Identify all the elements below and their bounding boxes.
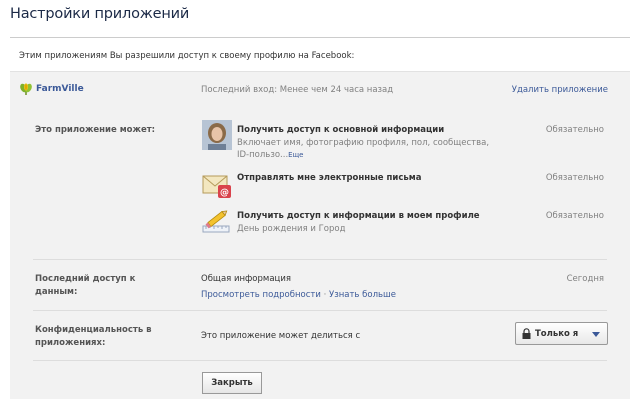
title-divider: [10, 37, 630, 38]
intro-text: Этим приложениям Вы разрешили доступ к с…: [19, 51, 355, 61]
svg-text:@: @: [220, 188, 229, 198]
last-login-text: Последний вход: Менее чем 24 часа назад: [201, 85, 394, 95]
farmville-icon[interactable]: [19, 82, 33, 96]
permission-basic-info-title: Получить доступ к основной информации: [237, 125, 445, 135]
profile-photo: [202, 120, 232, 150]
last-access-links: Просмотреть подробности · Узнать больше: [201, 290, 396, 300]
privacy-label-line: приложениях:: [35, 338, 106, 348]
privacy-text: Это приложение может делиться с: [201, 331, 361, 341]
permissions-label: Это приложение может:: [35, 125, 156, 135]
learn-more-link[interactable]: Узнать больше: [329, 290, 396, 300]
last-access-time: Сегодня: [566, 274, 604, 284]
lock-icon: [522, 328, 531, 342]
profile-photo-icon: [202, 120, 232, 150]
link-separator: ·: [323, 290, 327, 300]
permission-basic-info-desc: Включает имя, фотографию профиля, пол, с…: [237, 137, 507, 161]
more-link[interactable]: Еще: [288, 151, 303, 159]
permission-required-badge: Обязательно: [545, 173, 604, 183]
last-access-label-line: Последний доступ к: [35, 274, 136, 284]
section-divider: [33, 360, 607, 361]
last-access-label: Последний доступ к данным:: [35, 273, 135, 299]
section-divider: [33, 259, 607, 260]
privacy-dropdown[interactable]: Только я: [515, 322, 608, 345]
permission-desc-truncated: ID-пользо...: [237, 150, 289, 160]
permission-desc-line: ID-пользо...Еще: [237, 149, 507, 161]
email-icon: @: [202, 173, 232, 203]
permission-required-badge: Обязательно: [545, 211, 604, 221]
email-envelope-icon: @: [202, 175, 231, 198]
permission-profile-info-title: Получить доступ к информации в моем проф…: [237, 211, 480, 221]
profile-info-icon: [202, 208, 232, 238]
privacy-label-line: Конфиденциальность в: [35, 325, 152, 335]
remove-app-link[interactable]: Удалить приложение: [512, 85, 608, 95]
permission-email-title: Отправлять мне электронные письма: [237, 173, 422, 183]
privacy-label: Конфиденциальность в приложениях:: [35, 324, 152, 350]
privacy-dropdown-value: Только я: [535, 329, 579, 339]
permission-desc-line: Включает имя, фотографию профиля, пол, с…: [237, 138, 490, 148]
close-button[interactable]: Закрыть: [202, 372, 262, 394]
pencil-ruler-icon: [202, 210, 230, 233]
chevron-down-icon: [592, 332, 600, 337]
view-details-link[interactable]: Просмотреть подробности: [201, 290, 321, 300]
permission-required-badge: Обязательно: [545, 125, 604, 135]
page-title: Настройки приложений: [10, 6, 190, 22]
permission-profile-info-desc: День рождения и Город: [237, 224, 346, 234]
app-name-link[interactable]: FarmVille: [36, 84, 84, 94]
section-divider: [33, 310, 607, 311]
last-access-label-line: данным:: [35, 287, 78, 297]
last-access-value: Общая информация: [201, 274, 291, 284]
